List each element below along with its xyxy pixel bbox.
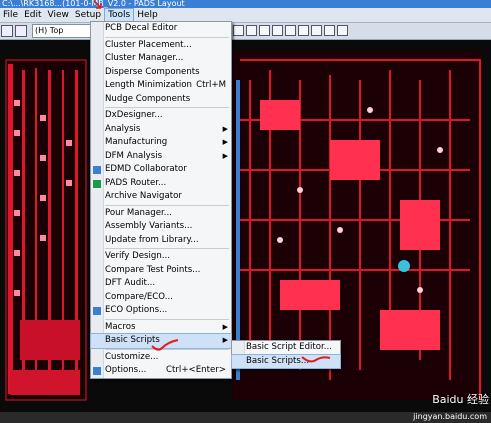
menu-item-shortcut: Ctrl+M bbox=[196, 80, 226, 90]
save-icon[interactable] bbox=[1, 25, 13, 37]
menu-item-label: Assembly Variants... bbox=[105, 221, 193, 231]
tool-icon[interactable] bbox=[298, 25, 309, 36]
menu-item-label: Update from Library... bbox=[105, 234, 199, 245]
tool-icon[interactable] bbox=[233, 25, 244, 36]
menu-item-manufacturing[interactable]: Manufacturing ▶ bbox=[91, 136, 231, 150]
menu-item-macros[interactable]: Macros ▶ bbox=[91, 321, 231, 335]
menu-item-label: Customize... bbox=[105, 351, 159, 362]
menu-item-verify-design[interactable]: Verify Design... bbox=[91, 250, 231, 264]
menu-item-icon bbox=[93, 179, 101, 188]
submenu-arrow-icon: ▶ bbox=[222, 138, 228, 146]
annotation-check-icon bbox=[301, 356, 331, 363]
menu-item-label: Manufacturing bbox=[105, 137, 168, 147]
menu-item-icon bbox=[93, 166, 101, 174]
menu-item-icon bbox=[93, 307, 101, 315]
menu-item-analysis[interactable]: Analysis ▶ bbox=[91, 123, 231, 137]
menu-item-label: PCB Decal Editor bbox=[105, 23, 178, 33]
menu-item-update-from-library[interactable]: Update from Library... bbox=[91, 234, 231, 248]
window-title: C:\...\RK3168...(101-0-MB_V2.0 - PADS La… bbox=[0, 0, 491, 8]
menu-edit[interactable]: Edit bbox=[21, 8, 44, 22]
menu-item-label: Nudge Components bbox=[105, 93, 191, 104]
menu-item-cluster-placement[interactable]: Cluster Placement... bbox=[91, 39, 231, 53]
menu-separator bbox=[105, 318, 229, 320]
tool-icon[interactable] bbox=[311, 25, 322, 36]
menu-item-label: Archive Navigator bbox=[105, 191, 182, 201]
watermark-brand: Baidu 经验 bbox=[432, 393, 489, 406]
submenu-arrow-icon: ▶ bbox=[222, 124, 228, 133]
menu-item-customize[interactable]: Customize... bbox=[91, 351, 231, 365]
layer-icon[interactable] bbox=[15, 25, 27, 37]
menu-item-dfm-analysis[interactable]: DFM Analysis ▶ bbox=[91, 150, 231, 164]
menu-item-label: Analysis bbox=[105, 123, 141, 134]
menu-item-label: PADS Router... bbox=[105, 177, 167, 188]
watermark: Baidu 经验 bbox=[432, 391, 489, 407]
menu-help[interactable]: Help bbox=[134, 8, 161, 22]
menu-item-length-minimization[interactable]: Length Minimization Ctrl+M bbox=[91, 79, 231, 93]
menu-item-label: DxDesigner... bbox=[105, 110, 163, 120]
menu-item-shortcut: Ctrl+<Enter> bbox=[166, 365, 226, 375]
menu-item-label: DFT Audit... bbox=[105, 278, 156, 288]
tool-icon[interactable] bbox=[337, 25, 348, 36]
annotation-check-icon bbox=[151, 339, 179, 351]
menu-item-compare-eco[interactable]: Compare/ECO... bbox=[91, 291, 231, 305]
tools-menu: PCB Decal Editor Cluster Placement... Clus… bbox=[90, 21, 232, 379]
menu-item-nudge-components[interactable]: Nudge Components bbox=[91, 93, 231, 107]
tool-icon[interactable] bbox=[259, 25, 270, 36]
menu-item-pads-router[interactable]: PADS Router... bbox=[91, 177, 231, 191]
menu-separator bbox=[105, 204, 229, 206]
menu-item-label: Cluster Manager... bbox=[105, 53, 184, 63]
menu-tools[interactable]: Tools bbox=[104, 8, 135, 22]
menu-item-options[interactable]: Options... Ctrl+<Enter> bbox=[91, 364, 231, 378]
menu-item-compare-test-points[interactable]: Compare Test Points... bbox=[91, 264, 231, 278]
menu-item-label: EDMD Collaborator bbox=[105, 164, 187, 174]
menu-item-label: Cluster Placement... bbox=[105, 39, 192, 50]
menu-item-label: Verify Design... bbox=[105, 251, 170, 261]
menu-item-edmd-collaborator[interactable]: EDMD Collaborator bbox=[91, 163, 231, 177]
tool-icon[interactable] bbox=[272, 25, 283, 36]
annotation-arrow-icon bbox=[93, 0, 102, 9]
tool-icon[interactable] bbox=[324, 25, 335, 36]
menubar: File Edit View Setup Tools Help bbox=[0, 8, 491, 23]
menu-separator bbox=[105, 107, 229, 108]
menu-item-archive-navigator[interactable]: Archive Navigator bbox=[91, 190, 231, 204]
menu-item-cluster-manager[interactable]: Cluster Manager... bbox=[91, 52, 231, 66]
menu-item-disperse-components[interactable]: Disperse Components bbox=[91, 66, 231, 80]
menu-item-pcb-decal-editor[interactable]: PCB Decal Editor bbox=[91, 22, 231, 36]
menu-item-label: Compare/ECO... bbox=[105, 291, 173, 302]
menu-item-assembly-variants[interactable]: Assembly Variants... bbox=[91, 220, 231, 234]
menu-separator bbox=[105, 248, 229, 249]
menu-item-label: ECO Options... bbox=[105, 305, 168, 315]
menu-item-icon bbox=[93, 367, 101, 375]
menu-item-label: Macros bbox=[105, 321, 136, 332]
menu-item-label: Pour Manager... bbox=[105, 207, 172, 218]
menu-item-dxdesigner[interactable]: DxDesigner... bbox=[91, 109, 231, 123]
tool-icon[interactable] bbox=[246, 25, 257, 36]
submenu-arrow-icon: ▶ bbox=[222, 336, 228, 344]
menu-item-pour-manager[interactable]: Pour Manager... bbox=[91, 207, 231, 221]
layer-select-value: (H) Top bbox=[35, 26, 64, 35]
menu-item-eco-options[interactable]: ECO Options... bbox=[91, 304, 231, 318]
menu-item-label: Options... bbox=[105, 365, 147, 375]
menu-separator bbox=[105, 36, 229, 38]
menu-item-label: Compare Test Points... bbox=[105, 264, 201, 275]
menu-file[interactable]: File bbox=[0, 8, 21, 22]
watermark-url: jingyan.baidu.com bbox=[413, 412, 487, 421]
toolbar: (H) Top ▼ bbox=[0, 23, 491, 40]
menu-item-label: DFM Analysis bbox=[105, 150, 163, 161]
tool-icon[interactable] bbox=[285, 25, 296, 36]
menu-item-label: Disperse Components bbox=[105, 66, 200, 77]
submenu-arrow-icon: ▶ bbox=[222, 322, 228, 331]
menu-item-label: Basic Script Editor... bbox=[246, 342, 332, 352]
menu-item-dft-audit[interactable]: DFT Audit... bbox=[91, 277, 231, 291]
submenu-arrow-icon: ▶ bbox=[222, 151, 228, 160]
menu-item-label: Length Minimization bbox=[105, 80, 193, 90]
menu-view[interactable]: View bbox=[45, 8, 72, 22]
